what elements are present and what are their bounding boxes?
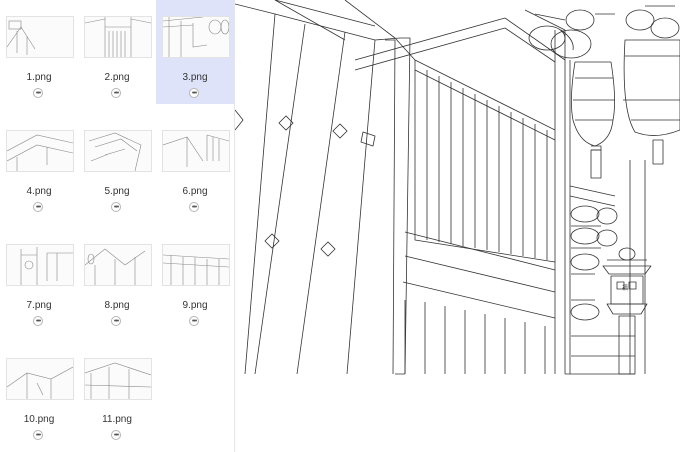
thumbnail-item[interactable]: 2.png ••• xyxy=(78,0,156,104)
thumbnail-sidebar: 1.png ••• 2.png ••• 3.png ••• 4.png ••• … xyxy=(0,0,235,452)
thumbnail-label: 7.png xyxy=(26,300,52,311)
thumbnail-image[interactable] xyxy=(84,130,152,172)
thumbnail-image[interactable] xyxy=(6,244,74,286)
thumbnail-item[interactable]: 10.png ••• xyxy=(0,342,78,446)
thumbnail-item[interactable]: 5.png ••• xyxy=(78,114,156,218)
thumbnail-image[interactable] xyxy=(162,16,230,58)
image-preview: 福 xyxy=(235,0,680,452)
more-options-button[interactable]: ••• xyxy=(111,88,121,98)
more-options-button[interactable]: ••• xyxy=(189,316,199,326)
thumbnail-image[interactable] xyxy=(162,130,230,172)
thumbnail-label: 2.png xyxy=(104,72,130,83)
thumbnail-label: 5.png xyxy=(104,186,130,197)
thumbnail-item-selected[interactable]: 3.png ••• xyxy=(156,0,234,104)
more-options-button[interactable]: ••• xyxy=(111,202,121,212)
more-options-button[interactable]: ••• xyxy=(189,202,199,212)
thumbnail-label: 4.png xyxy=(26,186,52,197)
more-options-button[interactable]: ••• xyxy=(33,88,43,98)
more-options-button[interactable]: ••• xyxy=(33,430,43,440)
thumbnail-item[interactable]: 1.png ••• xyxy=(0,0,78,104)
thumbnail-item[interactable]: 8.png ••• xyxy=(78,228,156,332)
thumbnail-label: 9.png xyxy=(182,300,208,311)
thumbnail-item[interactable]: 4.png ••• xyxy=(0,114,78,218)
thumbnail-label: 11.png xyxy=(102,414,132,425)
more-options-button[interactable]: ••• xyxy=(33,202,43,212)
thumbnail-label: 10.png xyxy=(23,414,55,425)
thumbnail-label: 3.png xyxy=(182,72,208,83)
thumbnail-image[interactable] xyxy=(84,358,152,400)
more-options-button[interactable]: ••• xyxy=(33,316,43,326)
thumbnail-image[interactable] xyxy=(6,358,74,400)
preview-line-art: 福 xyxy=(235,0,680,375)
thumbnail-image[interactable] xyxy=(6,16,74,58)
thumbnail-image[interactable] xyxy=(162,244,230,286)
thumbnail-image[interactable] xyxy=(6,130,74,172)
thumbnail-label: 1.png xyxy=(26,72,52,83)
thumbnail-label: 8.png xyxy=(104,300,130,311)
thumbnail-item[interactable]: 6.png ••• xyxy=(156,114,234,218)
more-options-button[interactable]: ••• xyxy=(189,88,199,98)
more-options-button[interactable]: ••• xyxy=(111,316,121,326)
lantern-glyph: 福 xyxy=(622,284,628,292)
thumbnail-image[interactable] xyxy=(84,244,152,286)
more-options-button[interactable]: ••• xyxy=(111,430,121,440)
thumbnail-image[interactable] xyxy=(84,16,152,58)
thumbnail-item[interactable]: 11.png ••• xyxy=(78,342,156,446)
thumbnail-label: 6.png xyxy=(182,186,208,197)
thumbnail-item[interactable]: 7.png ••• xyxy=(0,228,78,332)
thumbnail-item[interactable]: 9.png ••• xyxy=(156,228,234,332)
